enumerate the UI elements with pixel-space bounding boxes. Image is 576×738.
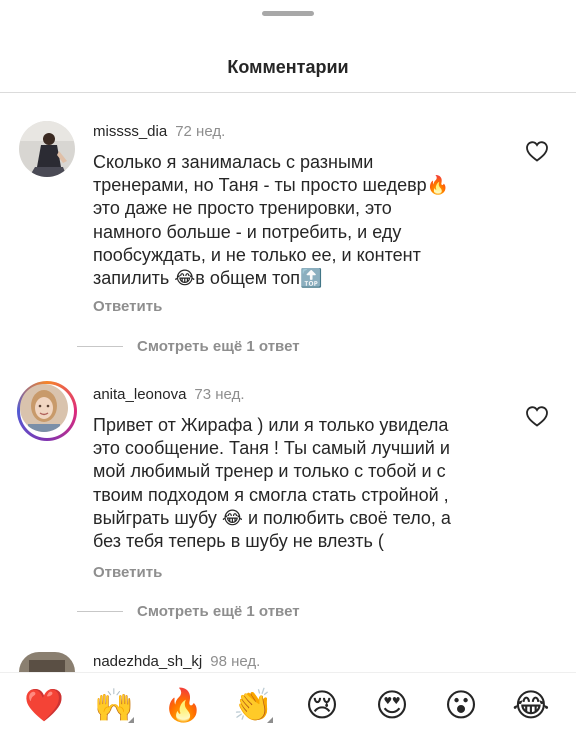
avatar[interactable]	[19, 121, 75, 177]
comment-line: без тебя теперь в шубу не влезть (	[93, 531, 384, 552]
comment-line: твоим подходом я смогла стать стройной ,	[93, 484, 449, 505]
avatar[interactable]	[19, 652, 75, 672]
raised-hands-emoji-button[interactable]: 🙌	[94, 685, 134, 725]
surprised-emoji-button[interactable]: 😮	[441, 685, 481, 725]
reaction-bar	[0, 672, 576, 738]
comment-text: Привет от Жирафа ) или я только увидела …	[93, 414, 503, 553]
comment-line: это даже не просто тренировки, это	[93, 198, 392, 219]
comment-line: Привет от Жирафа ) или я только увидела	[93, 415, 449, 435]
heart-eyes-emoji-button[interactable]: 😍	[372, 685, 412, 725]
comment-line: Сколько я занималась с разными	[93, 152, 374, 172]
fire-emoji-button[interactable]: 🔥	[163, 685, 203, 725]
comment-line: пообсуждать, и не только ее, и контент	[93, 244, 421, 265]
crying-emoji-button[interactable]: 😢	[302, 685, 342, 725]
replies-divider	[77, 346, 123, 347]
comment-meta: missss_dia 72 нед.	[93, 123, 225, 140]
comment-meta: anita_leonova 73 нед.	[93, 386, 245, 403]
comment-text: Сколько я занималась с разными тренерами…	[93, 151, 503, 290]
comment-line: выйграть шубу 😂 и полюбить своё тело, а	[93, 507, 451, 528]
skin-tone-indicator	[267, 717, 273, 723]
heart-icon[interactable]	[525, 140, 549, 162]
reaction-bar-divider	[0, 672, 576, 673]
clap-emoji-button[interactable]: 👏	[233, 685, 273, 725]
comment-line: это сообщение. Таня ! Ты самый лучший и	[93, 438, 450, 459]
timestamp: 72 нед.	[175, 123, 226, 140]
skin-tone-indicator	[128, 717, 134, 723]
comment-line: запилить 😂в общем топ🔝	[93, 268, 323, 289]
view-replies-button[interactable]: Смотреть ещё 1 ответ	[137, 338, 300, 355]
heart-emoji-button[interactable]: ❤️	[24, 685, 64, 725]
reply-button[interactable]: Ответить	[93, 564, 162, 581]
comment-line: мой любимый тренер и только с тобой и с	[93, 461, 446, 482]
reply-button[interactable]: Ответить	[93, 298, 162, 315]
header-divider	[0, 92, 576, 93]
timestamp: 98 нед.	[210, 653, 261, 670]
laughing-emoji-button[interactable]: 😂	[511, 685, 551, 725]
page-title: Комментарии	[227, 57, 349, 77]
username[interactable]: missss_dia	[93, 123, 167, 140]
drag-handle[interactable]	[262, 11, 314, 16]
avatar[interactable]	[17, 381, 77, 441]
timestamp: 73 нед.	[194, 386, 245, 403]
view-replies-button[interactable]: Смотреть ещё 1 ответ	[137, 603, 300, 620]
replies-divider	[77, 611, 123, 612]
username[interactable]: anita_leonova	[93, 386, 186, 403]
comment-line: тренерами, но Таня - ты просто шедевр🔥	[93, 175, 450, 196]
comment-meta: nadezhda_sh_kj 98 нед.	[93, 653, 260, 670]
username[interactable]: nadezhda_sh_kj	[93, 653, 202, 670]
comment-line: намного больше - и потребить, и еду	[93, 221, 402, 242]
heart-icon[interactable]	[525, 405, 549, 427]
